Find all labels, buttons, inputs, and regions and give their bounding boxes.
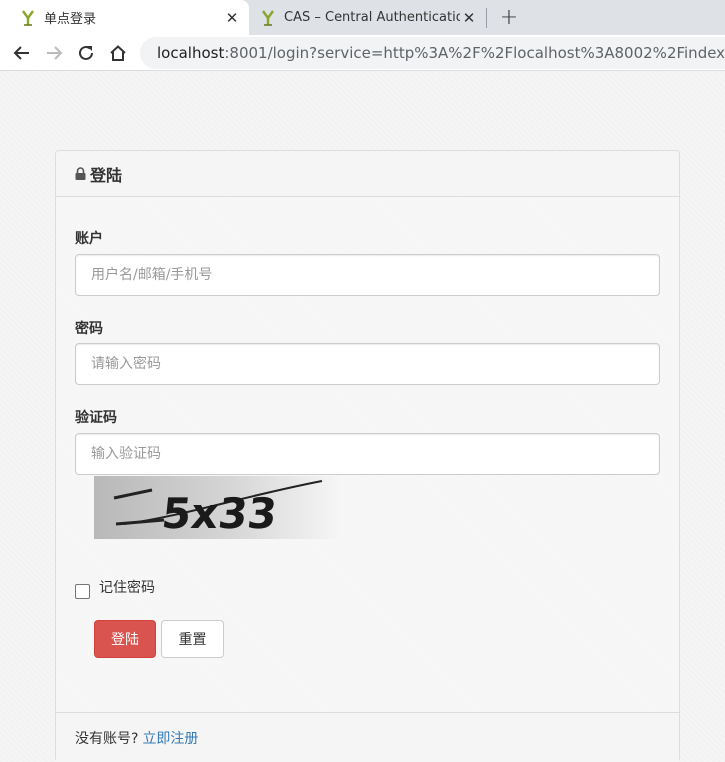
close-icon[interactable]: ✕ xyxy=(460,9,478,27)
captcha-image[interactable]: 5x33 xyxy=(94,476,344,539)
password-label: 密码 xyxy=(75,321,103,337)
captcha-input[interactable] xyxy=(75,433,660,475)
account-label: 账户 xyxy=(75,231,103,247)
remember-me[interactable]: 记住密码 xyxy=(75,575,155,599)
url-path: :8001/login?service=http%3A%2F%2Flocalho… xyxy=(224,44,725,62)
cas-logo-icon xyxy=(260,9,276,26)
plus-icon[interactable]: + xyxy=(498,5,520,30)
panel-title: 登陆 xyxy=(90,165,123,185)
captcha-text: 5x33 xyxy=(159,489,279,538)
tab-separator xyxy=(486,8,487,28)
panel-footer: 没有账号? 立即注册 xyxy=(56,712,679,762)
captcha-label: 验证码 xyxy=(75,410,117,426)
url-host: localhost xyxy=(157,44,225,62)
browser-toolbar: localhost:8001/login?service=http%3A%2F%… xyxy=(0,35,725,71)
browser-tab-bar: 单点登录 ✕ CAS – Central Authentication Se ✕… xyxy=(0,0,725,35)
page-background: 登陆 账户 密码 验证码 5x33 xyxy=(0,71,725,762)
lock-icon xyxy=(75,167,86,180)
no-account-text: 没有账号? xyxy=(75,730,139,747)
home-icon[interactable] xyxy=(104,39,132,67)
close-icon[interactable]: ✕ xyxy=(223,9,241,27)
panel-heading: 登陆 xyxy=(56,151,679,197)
account-input[interactable] xyxy=(75,254,660,296)
url-text: localhost:8001/login?service=http%3A%2F%… xyxy=(157,44,725,62)
tab-title: 单点登录 xyxy=(44,12,97,27)
remember-checkbox[interactable] xyxy=(75,584,90,599)
tab-sso-login[interactable]: 单点登录 ✕ xyxy=(0,0,249,35)
reload-icon[interactable] xyxy=(72,39,100,67)
forward-arrow-icon[interactable] xyxy=(40,39,68,67)
login-panel: 登陆 账户 密码 验证码 5x33 xyxy=(55,150,680,762)
cas-logo-icon xyxy=(20,9,36,26)
remember-label: 记住密码 xyxy=(99,580,155,596)
password-input[interactable] xyxy=(75,343,660,385)
reset-button[interactable]: 重置 xyxy=(161,620,224,658)
address-bar[interactable]: localhost:8001/login?service=http%3A%2F%… xyxy=(140,37,725,69)
login-button[interactable]: 登陆 xyxy=(94,620,156,658)
register-link[interactable]: 立即注册 xyxy=(142,728,198,748)
tab-title: CAS – Central Authentication Se xyxy=(284,10,460,25)
tab-cas[interactable]: CAS – Central Authentication Se ✕ xyxy=(250,0,486,35)
back-arrow-icon[interactable] xyxy=(8,39,36,67)
